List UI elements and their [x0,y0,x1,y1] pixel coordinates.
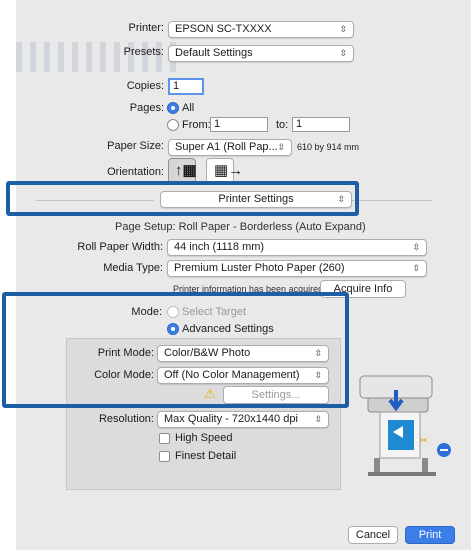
pages-from-label: From: [182,119,211,131]
copies-field[interactable]: 1 [168,78,204,95]
paper-size-value: Super A1 (Roll Pap... [175,141,278,153]
section-highlight-box [6,181,359,216]
resolution-label: Resolution: [98,413,154,425]
pages-to-field[interactable]: 1 [292,117,350,132]
printer-illustration-icon: ✂ [359,375,451,476]
finest-detail-checkbox[interactable] [159,451,170,462]
roll-paper-width-value: 44 inch (1118 mm) [174,241,265,253]
cancel-button[interactable]: Cancel [348,526,398,544]
resolution-popup[interactable]: Max Quality - 720x1440 dpi ⇳ [157,411,329,428]
media-type-label: Media Type: [103,262,163,274]
chevron-updown-icon: ⇳ [314,414,322,424]
copies-label: Copies: [126,80,164,92]
printer-value: EPSON SC-TXXXX [175,23,272,35]
high-speed-label: High Speed [175,432,233,444]
media-type-value: Premium Luster Photo Paper (260) [174,262,345,274]
roll-paper-width-label: Roll Paper Width: [77,241,163,253]
chevron-updown-icon: ⇳ [339,48,347,58]
chevron-updown-icon: ⇳ [412,263,420,273]
paper-size-dims: 610 by 914 mm [297,142,360,152]
landscape-orientation-icon: ▦→ [214,162,244,179]
svg-text:✂: ✂ [419,435,428,447]
print-button[interactable]: Print [405,526,455,544]
finest-detail-label: Finest Detail [175,450,237,462]
printer-label: Printer: [128,22,164,34]
paper-size-popup[interactable]: Super A1 (Roll Pap... ⇳ [168,139,292,156]
separator-right [352,200,432,201]
pages-label: Pages: [129,102,164,114]
orientation-label: Orientation: [107,166,164,178]
chevron-updown-icon: ⇳ [277,142,285,152]
pages-from-field[interactable]: 1 [210,117,268,132]
pages-from-radio[interactable] [167,119,179,131]
mode-highlight-box [2,292,349,408]
presets-value: Default Settings [175,47,253,59]
high-speed-checkbox[interactable] [159,433,170,444]
roll-paper-width-popup[interactable]: 44 inch (1118 mm) ⇳ [167,239,427,256]
media-type-popup[interactable]: Premium Luster Photo Paper (260) ⇳ [167,260,427,277]
presets-label: Presets: [123,46,164,58]
resolution-value: Max Quality - 720x1440 dpi [164,413,298,425]
paper-size-label: Paper Size: [107,140,164,152]
pages-all-label: All [182,102,195,114]
presets-popup[interactable]: Default Settings ⇳ [168,45,354,62]
pages-to-label: to: [276,119,289,131]
pages-all-radio[interactable] [167,102,179,114]
printer-popup[interactable]: EPSON SC-TXXXX ⇳ [168,21,354,38]
chevron-updown-icon: ⇳ [339,24,347,34]
page-setup-text: Page Setup: Roll Paper - Borderless (Aut… [115,221,366,233]
portrait-orientation-icon: ↑▦ [175,162,197,179]
chevron-updown-icon: ⇳ [412,242,420,252]
